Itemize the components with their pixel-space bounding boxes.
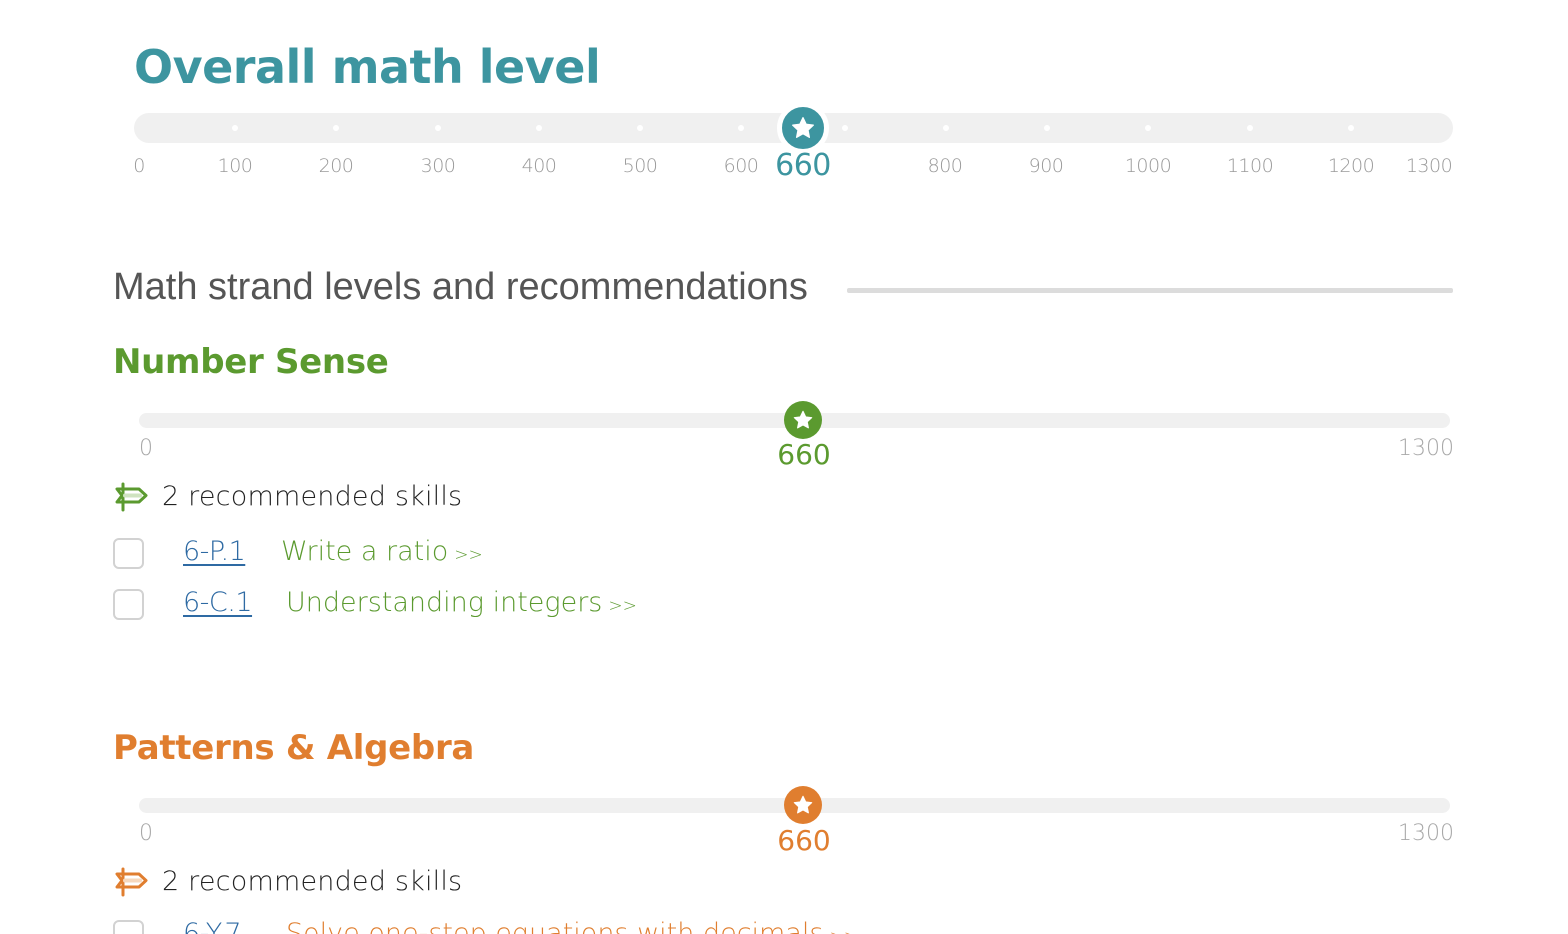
tick-dot — [738, 125, 744, 131]
signpost-icon — [115, 482, 148, 511]
skill-checkbox[interactable] — [113, 538, 144, 569]
tick-label: 500 — [622, 155, 658, 177]
skill-row: 6-Y.7 Solve one-step equations with deci… — [113, 918, 1013, 934]
tick-label: 200 — [318, 155, 354, 177]
strand-level-marker — [784, 786, 822, 824]
skill-name-link[interactable]: Write a ratio >> — [281, 536, 483, 567]
recommended-skills-header: 2 recommended skills — [113, 866, 462, 897]
skill-name-text[interactable]: Solve one-step equations with decimals — [286, 918, 823, 934]
skill-name-link[interactable]: Understanding integers >> — [286, 587, 637, 618]
tick-label: 1200 — [1327, 155, 1375, 177]
recommended-skills-header: 2 recommended skills — [113, 481, 462, 512]
tick-label: 0 — [133, 155, 145, 177]
skill-code-link[interactable]: 6-C.1 — [183, 587, 253, 618]
overall-title: Overall math level — [134, 40, 601, 94]
skill-checkbox[interactable] — [113, 589, 144, 620]
recommended-skills-count: 2 recommended skills — [162, 866, 463, 897]
strand-min-label: 0 — [139, 436, 153, 461]
overall-level-value: 660 — [775, 148, 831, 183]
double-chevron-icon: >> — [608, 596, 637, 616]
strand-title-number-sense: Number Sense — [113, 342, 389, 382]
skill-name-link[interactable]: Solve one-step equations with decimals >> — [286, 918, 858, 934]
strand-max-label: 1300 — [1398, 821, 1454, 846]
strand-max-label: 1300 — [1398, 436, 1454, 461]
skill-name-text[interactable]: Understanding integers — [286, 587, 602, 618]
tick-label: 300 — [420, 155, 456, 177]
tick-label: 800 — [927, 155, 963, 177]
tick-label: 1100 — [1226, 155, 1274, 177]
tick-dot — [842, 125, 848, 131]
strand-level-value: 660 — [777, 438, 831, 471]
strand-title-patterns-algebra: Patterns & Algebra — [113, 728, 475, 768]
signpost-icon — [115, 867, 148, 896]
tick-dot — [536, 125, 542, 131]
skill-code-link[interactable]: 6-Y.7 — [183, 918, 242, 934]
section-divider — [847, 288, 1453, 293]
recommended-skills-count: 2 recommended skills — [162, 481, 463, 512]
tick-dot — [943, 125, 949, 131]
tick-dot — [1348, 125, 1354, 131]
strand-level-value: 660 — [777, 824, 831, 857]
tick-label: 400 — [521, 155, 557, 177]
skill-row: 6-P.1 Write a ratio >> — [113, 536, 713, 570]
tick-dot — [435, 125, 441, 131]
tick-label: 100 — [217, 155, 253, 177]
star-icon — [793, 795, 813, 814]
tick-label: 1300 — [1405, 155, 1453, 177]
tick-dot — [637, 125, 643, 131]
skill-code-link[interactable]: 6-P.1 — [183, 536, 246, 567]
tick-dot — [1247, 125, 1253, 131]
tick-dot — [1145, 125, 1151, 131]
tick-label: 600 — [723, 155, 759, 177]
strand-level-marker — [784, 401, 822, 439]
skill-checkbox[interactable] — [113, 920, 144, 934]
overall-level-marker — [777, 102, 829, 154]
double-chevron-icon: >> — [454, 545, 483, 565]
tick-dot — [232, 125, 238, 131]
star-icon — [793, 410, 813, 429]
tick-label: 900 — [1028, 155, 1064, 177]
skill-row: 6-C.1 Understanding integers >> — [113, 587, 713, 621]
star-icon — [792, 117, 814, 138]
tick-label: 1000 — [1124, 155, 1172, 177]
double-chevron-icon: >> — [829, 927, 858, 934]
section-heading: Math strand levels and recommendations — [113, 266, 808, 308]
tick-dot — [333, 125, 339, 131]
skill-name-text[interactable]: Write a ratio — [281, 536, 448, 567]
tick-dot — [1044, 125, 1050, 131]
strand-min-label: 0 — [139, 821, 153, 846]
